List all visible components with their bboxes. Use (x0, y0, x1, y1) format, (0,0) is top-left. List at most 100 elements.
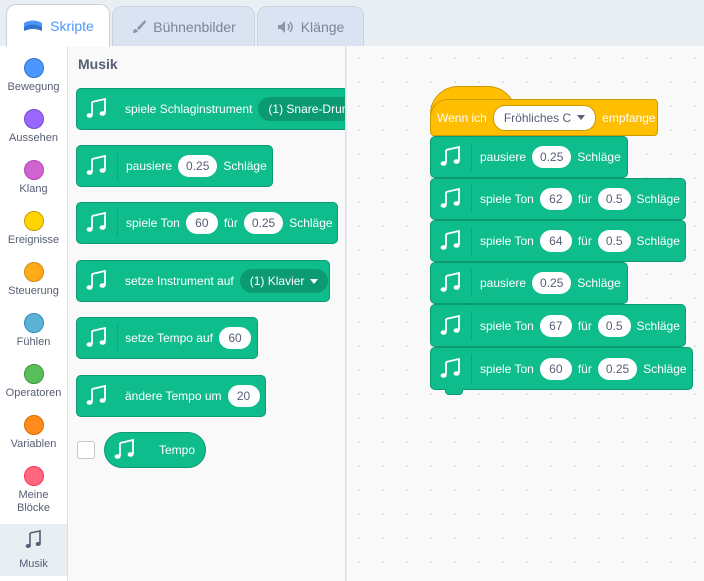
note-input[interactable]: 67 (539, 314, 572, 337)
block-tempo-reporter[interactable]: Tempo (104, 432, 206, 468)
block-label: für (223, 216, 238, 230)
category-musik[interactable]: Musik (0, 524, 67, 576)
block-label: spiele Ton (480, 318, 534, 333)
block-change-tempo[interactable]: ändere Tempo um 20 (76, 375, 266, 417)
category-menu: Bewegung Aussehen Klang Ereignisse Steue… (0, 46, 68, 581)
block-label: Schläge (636, 234, 680, 248)
script-block-play-note[interactable]: spiele Ton 62 für 0.5 Schläge (430, 178, 686, 220)
beats-input[interactable]: 0.5 (597, 230, 631, 252)
beats-input[interactable]: 0.25 (597, 357, 638, 380)
block-rest[interactable]: pausiere 0.25 Schläge (76, 145, 273, 187)
category-aussehen[interactable]: Aussehen (0, 101, 67, 152)
block-play-note[interactable]: spiele Ton 60 für 0.25 Schläge (76, 202, 338, 244)
dropdown-value: (1) Klavier (249, 274, 305, 288)
palette-category-title: Musik (78, 56, 118, 72)
tab-buehnenbilder[interactable]: Bühnenbilder (112, 6, 255, 46)
category-steuerung[interactable]: Steuerung (0, 254, 67, 305)
category-label: Operatoren (5, 387, 62, 399)
category-label: Musik (19, 558, 48, 570)
music-notes-icon (24, 530, 44, 555)
block-separator (471, 185, 472, 213)
category-dot (23, 415, 44, 435)
block-label: Schläge (643, 361, 687, 376)
music-notes-icon (431, 188, 471, 210)
tab-skripte[interactable]: Skripte (6, 4, 110, 47)
note-input[interactable]: 64 (539, 230, 572, 252)
block-label: Schläge (577, 276, 621, 290)
music-notes-icon (431, 314, 471, 337)
script-block-rest[interactable]: pausiere 0.25 Schläge (430, 262, 628, 304)
music-notes-icon (431, 230, 471, 252)
block-separator (471, 354, 472, 383)
script-block-play-note[interactable]: spiele Ton 64 für 0.5 Schläge (430, 220, 686, 262)
block-label: ändere Tempo um (125, 389, 222, 403)
rest-beats-input[interactable]: 0.25 (178, 155, 218, 177)
category-label: Klang (19, 183, 48, 195)
tab-label: Klänge (300, 18, 345, 35)
category-label: Fühlen (16, 336, 51, 348)
dropdown-value: Fröhliches C (503, 110, 572, 125)
category-klang[interactable]: Klang (0, 152, 67, 203)
music-notes-icon (77, 155, 117, 177)
message-dropdown[interactable]: Fröhliches C (492, 104, 597, 131)
music-notes-icon (77, 270, 117, 292)
instrument-dropdown[interactable]: (1) Klavier (239, 269, 329, 293)
note-input[interactable]: 62 (539, 188, 572, 210)
note-input[interactable]: 60 (539, 357, 572, 380)
script-block-rest[interactable]: pausiere 0.25 Schläge (430, 136, 628, 178)
block-label: spiele Ton (480, 234, 534, 248)
category-bewegung[interactable]: Bewegung (0, 50, 67, 101)
note-input[interactable]: 60 (185, 212, 218, 234)
category-dot (23, 160, 44, 180)
block-play-drum[interactable]: spiele Schlaginstrument (1) Snare-Drum (76, 88, 345, 130)
block-label: setze Tempo auf (125, 331, 213, 345)
block-label: Schläge (636, 192, 680, 206)
tab-klaenge[interactable]: Klänge (257, 6, 364, 46)
code-icon (22, 18, 44, 34)
beats-input[interactable]: 0.5 (597, 314, 631, 337)
tempo-change-input[interactable]: 20 (227, 385, 260, 407)
category-operatoren[interactable]: Operatoren (0, 356, 67, 407)
block-set-tempo[interactable]: setze Tempo auf 60 (76, 317, 258, 359)
music-notes-icon (77, 98, 117, 120)
editor-tab-bar: Skripte Bühnenbilder Klänge (0, 0, 704, 47)
block-set-instrument[interactable]: setze Instrument auf (1) Klavier (76, 260, 330, 302)
category-ereignisse[interactable]: Ereignisse (0, 203, 67, 254)
category-label: Variablen (10, 438, 57, 450)
drum-dropdown[interactable]: (1) Snare-Drum (258, 97, 345, 121)
block-separator (471, 227, 472, 255)
block-when-i-receive[interactable]: Wenn ich Fröhliches C empfange (430, 99, 658, 136)
block-palette: Musik spiele Schlaginstrument (1) Snare-… (68, 46, 346, 581)
category-variablen[interactable]: Variablen (0, 407, 67, 458)
music-notes-icon (77, 385, 117, 407)
block-label: spiele Ton (126, 216, 180, 230)
block-label: Schläge (577, 150, 621, 164)
category-label: Ereignisse (7, 234, 60, 246)
beats-input[interactable]: 0.25 (243, 212, 284, 234)
category-dot (23, 466, 44, 486)
block-label: Schläge (636, 318, 680, 333)
script-block-play-note[interactable]: spiele Ton 67 für 0.5 Schläge (430, 304, 686, 347)
block-separator (117, 209, 118, 237)
tab-label: Skripte (50, 18, 94, 34)
tab-label: Bühnenbilder (153, 18, 236, 35)
block-label: spiele Ton (480, 361, 534, 376)
music-notes-icon (431, 272, 471, 294)
beats-input[interactable]: 0.5 (597, 188, 631, 210)
category-dot (23, 364, 44, 384)
rest-beats-input[interactable]: 0.25 (532, 272, 572, 294)
block-separator (117, 152, 118, 180)
block-label: pausiere (126, 159, 173, 173)
block-label: für (577, 234, 592, 248)
rest-beats-input[interactable]: 0.25 (532, 146, 572, 168)
tempo-monitor-checkbox[interactable] (77, 441, 95, 459)
block-label: Schläge (223, 159, 267, 173)
category-meine-bloecke[interactable]: Meine Blöcke (0, 458, 67, 522)
script-block-play-note[interactable]: spiele Ton 60 für 0.25 Schläge (430, 347, 693, 395)
music-notes-icon (431, 146, 471, 168)
category-fuehlen[interactable]: Fühlen (0, 305, 67, 356)
brush-icon (131, 19, 147, 35)
category-label: Meine Blöcke (16, 489, 51, 514)
tempo-input[interactable]: 60 (219, 327, 251, 349)
music-notes-icon (431, 357, 471, 380)
